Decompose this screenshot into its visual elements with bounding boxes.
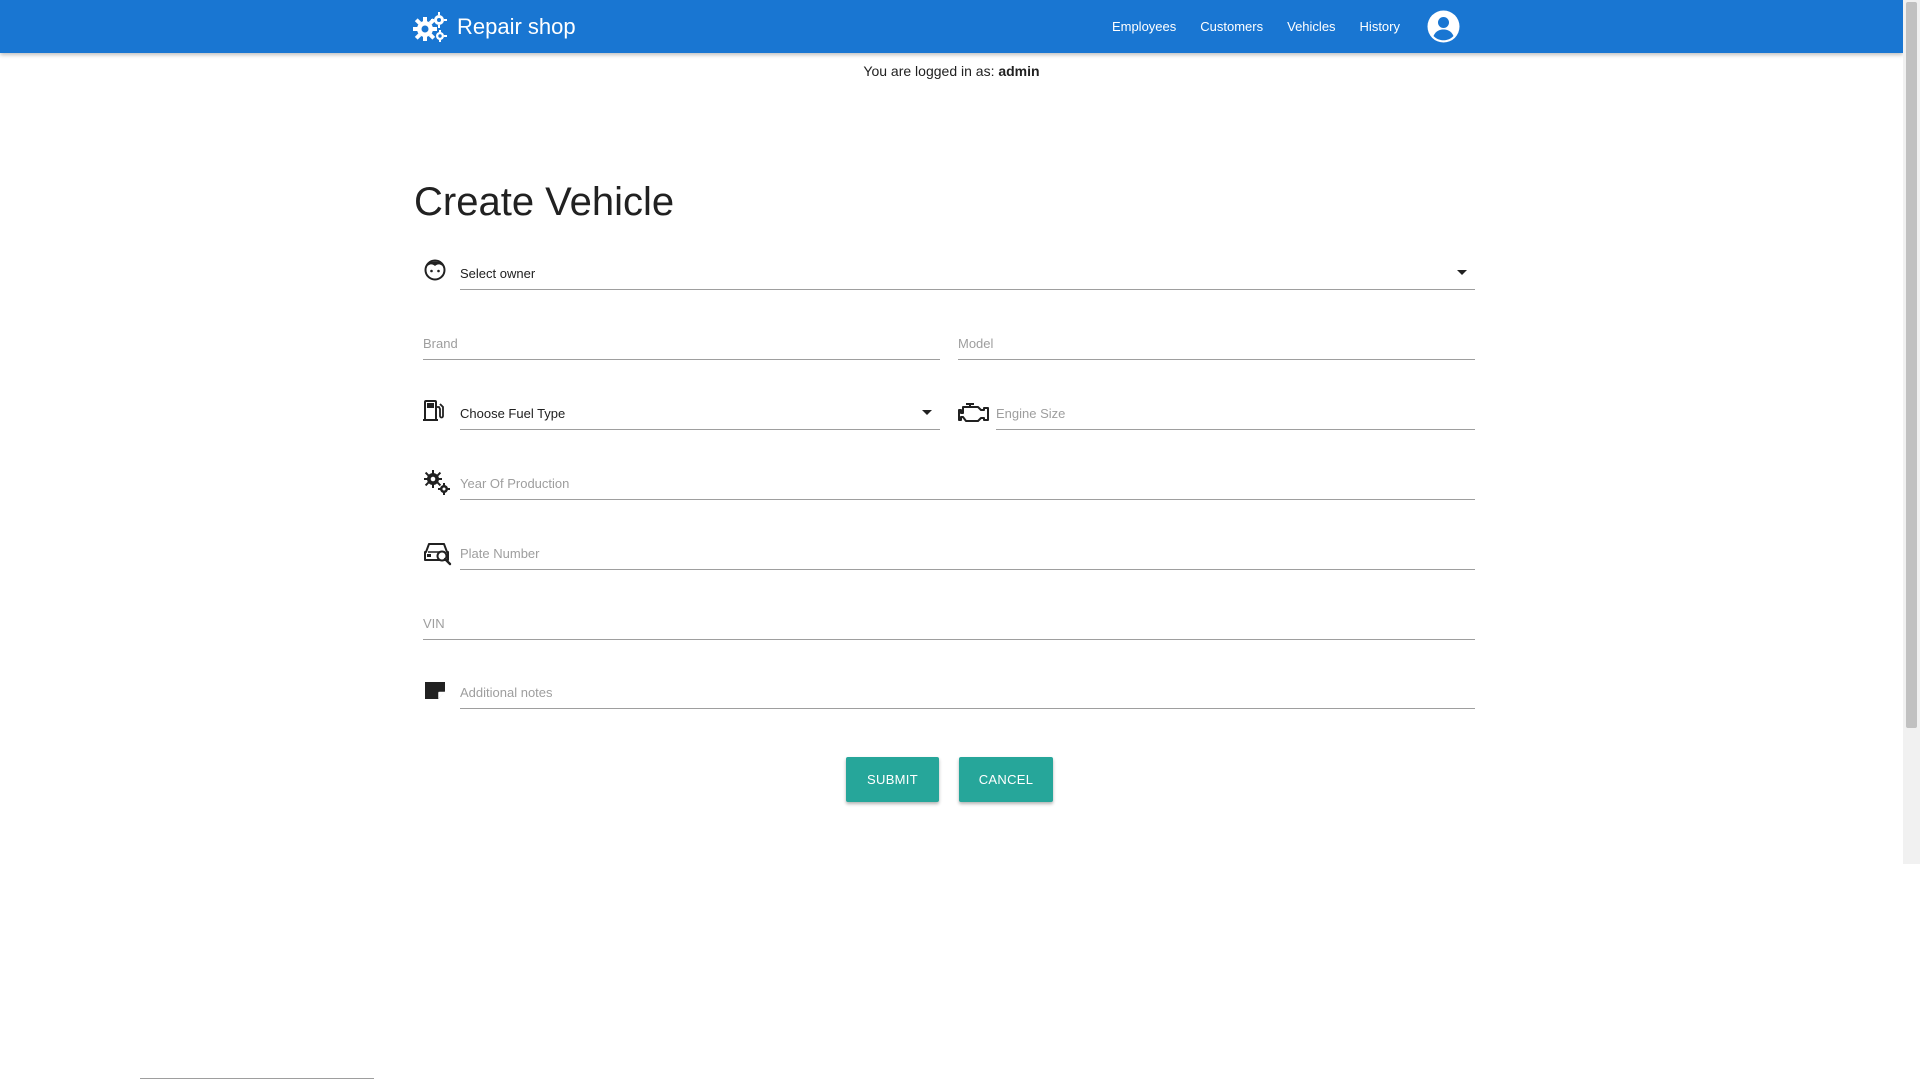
gears-icon bbox=[423, 468, 451, 496]
year-of-production-input[interactable]: Year Of Production bbox=[460, 468, 1475, 500]
nav-link-history[interactable]: History bbox=[1360, 19, 1400, 34]
year-of-production-underline bbox=[460, 499, 1475, 500]
engine-size-placeholder: Engine Size bbox=[996, 406, 1066, 421]
account-circle-icon[interactable] bbox=[1427, 10, 1460, 43]
fuel-type-select[interactable]: Choose Fuel Type bbox=[460, 398, 940, 430]
year-of-production-placeholder: Year Of Production bbox=[460, 476, 570, 491]
note-icon bbox=[423, 678, 451, 706]
chevron-down-icon bbox=[922, 410, 932, 415]
nav-link-customers[interactable]: Customers bbox=[1200, 19, 1263, 34]
top-navbar: Repair shop Employees Customers Vehicles… bbox=[0, 0, 1903, 53]
model-placeholder: Model bbox=[958, 336, 994, 351]
login-username: admin bbox=[998, 63, 1040, 79]
owner-select-value: Select owner bbox=[460, 266, 536, 281]
engine-icon bbox=[958, 398, 990, 426]
owner-face-icon bbox=[423, 258, 451, 286]
nav-links: Employees Customers Vehicles History bbox=[1088, 0, 1460, 53]
plate-number-input[interactable]: Plate Number bbox=[460, 538, 1475, 570]
cancel-button[interactable]: Cancel bbox=[959, 757, 1053, 802]
plate-number-placeholder: Plate Number bbox=[460, 546, 540, 561]
page-title: Create Vehicle bbox=[414, 180, 675, 224]
vertical-scrollbar[interactable] bbox=[1903, 0, 1920, 864]
brand-label: Repair shop bbox=[457, 14, 576, 39]
brand-input[interactable]: Brand bbox=[423, 328, 940, 360]
vin-underline bbox=[423, 639, 1475, 640]
fuel-type-underline bbox=[460, 429, 940, 430]
login-prefix: You are logged in as: bbox=[863, 63, 995, 79]
gears-icon bbox=[413, 12, 447, 42]
scrollbar-thumb[interactable] bbox=[1906, 2, 1917, 728]
plate-number-underline bbox=[460, 569, 1475, 570]
chevron-down-icon bbox=[1457, 270, 1467, 275]
login-info: You are logged in as: admin bbox=[0, 63, 1903, 79]
additional-notes-placeholder: Additional notes bbox=[460, 685, 553, 700]
brand-underline bbox=[423, 359, 940, 360]
owner-select-underline bbox=[460, 289, 1475, 290]
model-input[interactable]: Model bbox=[958, 328, 1475, 360]
additional-notes-underline bbox=[460, 708, 1475, 709]
vin-placeholder: VIN bbox=[423, 616, 445, 631]
submit-button[interactable]: Submit bbox=[846, 757, 939, 802]
engine-size-input[interactable]: Engine Size bbox=[996, 398, 1475, 430]
car-search-icon bbox=[423, 538, 453, 566]
model-underline bbox=[958, 359, 1475, 360]
fuel-type-value: Choose Fuel Type bbox=[460, 406, 566, 421]
nav-link-employees[interactable]: Employees bbox=[1112, 19, 1176, 34]
vin-input[interactable]: VIN bbox=[423, 608, 1475, 640]
brand-link[interactable]: Repair shop bbox=[413, 9, 576, 45]
divider bbox=[140, 1078, 374, 1079]
owner-select[interactable]: Select owner bbox=[460, 258, 1475, 290]
additional-notes-input[interactable]: Additional notes bbox=[460, 677, 1475, 709]
fuel-pump-icon bbox=[423, 398, 451, 426]
engine-size-underline bbox=[996, 429, 1475, 430]
brand-placeholder: Brand bbox=[423, 336, 458, 351]
nav-link-vehicles[interactable]: Vehicles bbox=[1287, 19, 1335, 34]
